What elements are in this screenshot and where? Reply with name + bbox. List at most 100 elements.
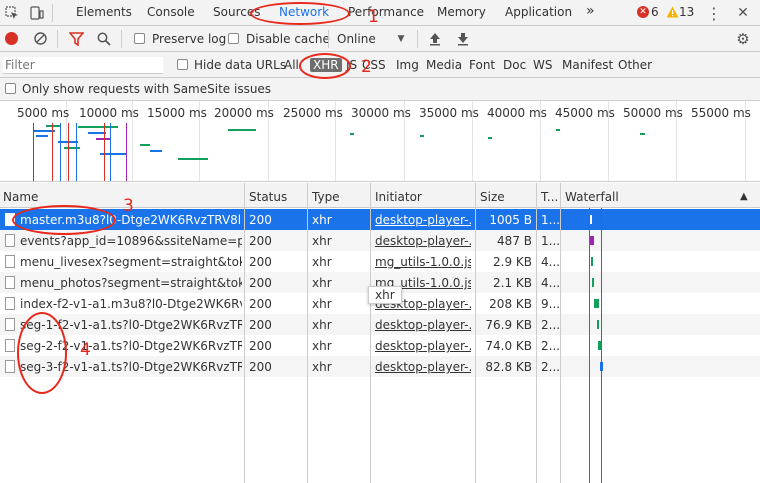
disable-cache-checkbox[interactable] xyxy=(228,33,239,44)
request-size: 82.8 KB xyxy=(485,360,532,374)
column-divider[interactable] xyxy=(370,183,371,483)
column-divider[interactable] xyxy=(536,183,537,483)
request-name[interactable]: events?app_id=10896&ssiteName=por... xyxy=(20,234,242,248)
type-filter-doc[interactable]: Doc xyxy=(503,58,526,72)
column-divider[interactable] xyxy=(307,183,308,483)
settings-gear-icon[interactable]: ⚙ xyxy=(735,30,751,48)
request-status: 200 xyxy=(249,297,272,311)
request-time: 1... xyxy=(541,234,561,248)
request-initiator[interactable]: mg_utils-1.0.0.js... xyxy=(375,255,471,269)
more-options-icon[interactable]: ⋮ xyxy=(705,3,723,23)
timeline-tick: 35000 ms xyxy=(419,106,479,120)
tab-application[interactable]: Application xyxy=(505,5,572,19)
type-filter-other[interactable]: Other xyxy=(618,58,652,72)
type-filter-all[interactable]: All xyxy=(284,58,299,72)
table-row[interactable]: seg-2-f2-v1-a1.ts?l0-Dtge2WK6RvzTRV... 2… xyxy=(0,335,760,356)
import-har-icon[interactable] xyxy=(428,31,442,47)
request-type: xhr xyxy=(312,213,332,227)
separator xyxy=(328,30,329,48)
devtools-tab-bar: Elements Console Sources Network Perform… xyxy=(0,0,760,26)
column-type[interactable]: Type xyxy=(312,190,340,204)
file-icon xyxy=(5,297,15,310)
preserve-log-checkbox[interactable] xyxy=(134,33,145,44)
request-time: 2... xyxy=(541,318,561,332)
overview-marker xyxy=(68,123,69,181)
type-filter-font[interactable]: Font xyxy=(469,58,495,72)
column-initiator[interactable]: Initiator xyxy=(375,190,422,204)
table-row[interactable]: seg-1-f2-v1-a1.ts?l0-Dtge2WK6RvzTRV... 2… xyxy=(0,314,760,335)
tab-console[interactable]: Console xyxy=(147,5,195,19)
request-type: xhr xyxy=(312,276,332,290)
samesite-checkbox[interactable] xyxy=(5,83,16,94)
waterfall-bar xyxy=(597,320,599,329)
type-filter-manifest[interactable]: Manifest xyxy=(562,58,613,72)
separator xyxy=(417,30,418,48)
request-name[interactable]: index-f2-v1-a1.m3u8?l0-Dtge2WK6Rvz... xyxy=(20,297,242,311)
load-event-line xyxy=(601,208,602,483)
export-har-icon[interactable] xyxy=(456,31,470,47)
request-size: 74.0 KB xyxy=(485,339,532,353)
annotation-number: 3 xyxy=(123,196,134,216)
dom-content-loaded-line xyxy=(589,208,590,483)
hide-data-urls-checkbox[interactable] xyxy=(177,59,188,70)
column-divider[interactable] xyxy=(244,183,245,483)
table-row[interactable]: menu_livesex?segment=straight&token... 2… xyxy=(0,251,760,272)
more-tabs-button[interactable]: » xyxy=(586,3,595,19)
request-type: xhr xyxy=(312,318,332,332)
throttle-select[interactable]: Online xyxy=(337,32,376,46)
filter-input[interactable] xyxy=(3,57,163,74)
annotation-number: 2 xyxy=(361,57,372,77)
error-count: 6 xyxy=(651,5,659,19)
clear-icon[interactable] xyxy=(33,31,48,46)
request-name[interactable]: menu_photos?segment=straight&toke... xyxy=(20,276,242,290)
request-status: 200 xyxy=(249,318,272,332)
column-time[interactable]: T... xyxy=(541,190,558,204)
column-size[interactable]: Size xyxy=(480,190,505,204)
tab-elements[interactable]: Elements xyxy=(76,5,132,19)
request-time: 2... xyxy=(541,360,561,374)
sort-ascending-icon[interactable]: ▲ xyxy=(740,191,748,202)
file-icon xyxy=(5,276,15,289)
overview-timeline[interactable]: 5000 ms 10000 ms 15000 ms 20000 ms 25000… xyxy=(0,101,760,182)
request-initiator[interactable]: desktop-player-... xyxy=(375,360,471,374)
column-name[interactable]: Name xyxy=(3,190,38,204)
chevron-down-icon[interactable]: ▼ xyxy=(396,34,406,44)
overview-request-bar xyxy=(556,129,560,131)
timeline-tick: 10000 ms xyxy=(79,106,139,120)
timeline-tick: 25000 ms xyxy=(283,106,343,120)
search-icon[interactable] xyxy=(96,31,111,46)
type-filter-img[interactable]: Img xyxy=(396,58,419,72)
request-initiator[interactable]: desktop-player-... xyxy=(375,318,471,332)
close-icon[interactable]: ✕ xyxy=(734,3,752,23)
column-divider[interactable] xyxy=(475,183,476,483)
annotation-ellipse-segments xyxy=(17,312,67,394)
overview-request-bar xyxy=(46,125,60,127)
request-initiator[interactable]: desktop-player-... xyxy=(375,213,471,227)
request-name[interactable]: menu_livesex?segment=straight&token... xyxy=(20,255,242,269)
annotation-number: 4 xyxy=(80,340,91,360)
type-filter-ws[interactable]: WS xyxy=(533,58,552,72)
error-icon[interactable]: ✕ xyxy=(637,6,649,18)
overview-request-bar xyxy=(150,150,162,152)
record-icon[interactable] xyxy=(5,32,18,45)
overview-request-bar xyxy=(140,144,150,146)
column-waterfall[interactable]: Waterfall xyxy=(565,190,619,204)
request-table-header: Name Status Type Initiator Size T... Wat… xyxy=(0,183,760,208)
annotation-ellipse-xhr xyxy=(299,53,351,79)
filter-icon[interactable] xyxy=(68,31,84,46)
request-time: 1... xyxy=(541,213,561,227)
table-row[interactable]: seg-3-f2-v1-a1.ts?l0-Dtge2WK6RvzTRV... 2… xyxy=(0,356,760,377)
column-divider[interactable] xyxy=(560,183,561,483)
warning-icon[interactable] xyxy=(665,5,679,18)
timeline-tick: 50000 ms xyxy=(623,106,683,120)
inspect-element-icon[interactable] xyxy=(4,5,20,21)
type-filter-media[interactable]: Media xyxy=(426,58,462,72)
tab-performance[interactable]: Performance xyxy=(348,5,424,19)
tab-memory[interactable]: Memory xyxy=(437,5,486,19)
column-status[interactable]: Status xyxy=(249,190,287,204)
request-status: 200 xyxy=(249,360,272,374)
table-row[interactable]: events?app_id=10896&ssiteName=por... 200… xyxy=(0,230,760,251)
request-initiator[interactable]: desktop-player-... xyxy=(375,339,471,353)
request-initiator[interactable]: desktop-player-... xyxy=(375,234,471,248)
device-toolbar-icon[interactable] xyxy=(29,5,45,21)
